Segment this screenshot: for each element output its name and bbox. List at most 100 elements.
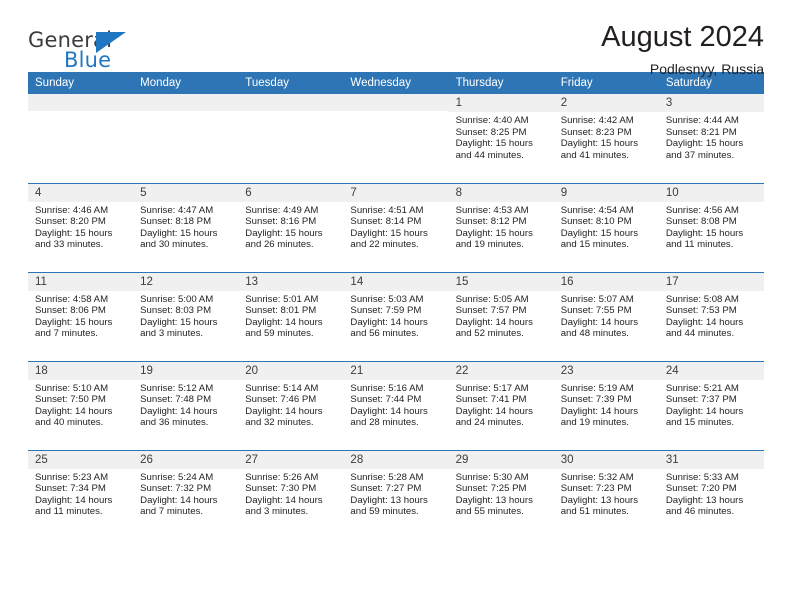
day-details: Sunrise: 5:00 AM Sunset: 8:03 PM Daylight:…: [133, 291, 238, 340]
daylight-duration-line-1: Daylight: 14 hours: [560, 405, 639, 417]
day-number: 10: [658, 183, 764, 202]
calendar-day-cell[interactable]: 16 Sunrise: 5:07 AM Sunset: 7:55 PM Dayligh…: [553, 271, 659, 361]
calendar-day-cell[interactable]: 18 Sunrise: 5:10 AM Sunset: 7:50 PM Dayligh…: [28, 360, 134, 450]
day-number: 17: [658, 272, 764, 291]
calendar-day-cell[interactable]: 17 Sunrise: 5:08 AM Sunset: 7:53 PM Dayligh…: [658, 271, 764, 361]
calendar-week-row: 11 Sunrise: 4:58 AM Sunset: 8:06 PM Dayligh…: [28, 271, 764, 361]
calendar-day-cell[interactable]: 4 Sunrise: 4:46 AM Sunset: 8:20 PM Daylight…: [28, 182, 134, 272]
daylight-duration-line-2: and 24 minutes.: [455, 417, 524, 429]
calendar-day-cell[interactable]: 1 Sunrise: 4:40 AM Sunset: 8:25 PM Daylight…: [448, 94, 554, 183]
sunset-time: Sunset: 7:23 PM: [560, 483, 632, 495]
day-number: [343, 94, 449, 111]
calendar-day-cell[interactable]: 8 Sunrise: 4:53 AM Sunset: 8:12 PM Daylight…: [448, 182, 554, 272]
calendar-day-cell[interactable]: 9 Sunrise: 4:54 AM Sunset: 8:10 PM Daylight…: [553, 182, 659, 272]
sunrise-time: Sunrise: 5:33 AM: [665, 471, 739, 483]
sunrise-time: Sunrise: 5:05 AM: [455, 293, 529, 305]
calendar-day-cell[interactable]: 26 Sunrise: 5:24 AM Sunset: 7:32 PM Dayligh…: [133, 449, 239, 539]
calendar-day-cell[interactable]: 24 Sunrise: 5:21 AM Sunset: 7:37 PM Dayligh…: [658, 360, 764, 450]
calendar-day-cell[interactable]: 13 Sunrise: 5:01 AM Sunset: 8:01 PM Dayligh…: [238, 271, 344, 361]
calendar-day-cell[interactable]: 19 Sunrise: 5:12 AM Sunset: 7:48 PM Dayligh…: [133, 360, 239, 450]
calendar-day-cell[interactable]: 25 Sunrise: 5:23 AM Sunset: 7:34 PM Dayligh…: [28, 449, 134, 539]
calendar-day-cell[interactable]: 14 Sunrise: 5:03 AM Sunset: 7:59 PM Dayligh…: [343, 271, 449, 361]
sunset-time: Sunset: 7:50 PM: [35, 394, 106, 406]
day-number: 21: [343, 361, 449, 380]
sunset-time: Sunset: 7:39 PM: [560, 394, 632, 406]
day-details: Sunrise: 5:14 AM Sunset: 7:46 PM Daylight:…: [238, 380, 343, 429]
sunrise-time: Sunrise: 5:23 AM: [35, 471, 109, 483]
sunrise-time: Sunrise: 5:19 AM: [560, 382, 634, 394]
day-number: 5: [133, 183, 239, 202]
daylight-duration-line-2: and 26 minutes.: [245, 239, 314, 251]
daylight-duration-line-2: and 15 minutes.: [560, 239, 629, 251]
daylight-duration-line-2: and 41 minutes.: [560, 149, 629, 161]
daylight-duration-line-2: and 3 minutes.: [140, 328, 204, 340]
sunrise-time: Sunrise: 5:01 AM: [245, 293, 319, 305]
daylight-duration-line-2: and 59 minutes.: [350, 506, 419, 518]
calendar-day-cell[interactable]: 15 Sunrise: 5:05 AM Sunset: 7:57 PM Dayligh…: [448, 271, 554, 361]
day-details: Sunrise: 5:12 AM Sunset: 7:48 PM Daylight:…: [133, 380, 238, 429]
sunset-time: Sunset: 7:59 PM: [350, 305, 422, 317]
sunrise-time: Sunrise: 5:12 AM: [140, 382, 214, 394]
sunset-time: Sunset: 7:44 PM: [350, 394, 422, 406]
daylight-duration-line-2: and 30 minutes.: [140, 239, 209, 251]
daylight-duration-line-2: and 32 minutes.: [245, 417, 314, 429]
daylight-duration-line-2: and 11 minutes.: [35, 506, 103, 518]
sunset-time: Sunset: 8:25 PM: [455, 126, 527, 138]
calendar-day-cell[interactable]: 12 Sunrise: 5:00 AM Sunset: 8:03 PM Dayligh…: [133, 271, 239, 361]
calendar-day-cell[interactable]: 21 Sunrise: 5:16 AM Sunset: 7:44 PM Dayligh…: [343, 360, 449, 450]
sunset-time: Sunset: 8:21 PM: [665, 126, 737, 138]
sunrise-time: Sunrise: 4:49 AM: [245, 204, 319, 216]
calendar-day-cell[interactable]: 10 Sunrise: 4:56 AM Sunset: 8:08 PM Dayligh…: [658, 182, 764, 272]
daylight-duration-line-1: Daylight: 15 hours: [560, 138, 639, 150]
daylight-duration-line-2: and 7 minutes.: [35, 328, 98, 340]
day-number: 3: [658, 94, 764, 112]
daylight-duration-line-1: Daylight: 14 hours: [35, 405, 113, 417]
day-details: Sunrise: 5:30 AM Sunset: 7:25 PM Daylight:…: [449, 469, 554, 518]
daylight-duration-line-2: and 15 minutes.: [665, 417, 735, 429]
general-blue-logo[interactable]: General Blue: [28, 22, 148, 74]
calendar-day-cell[interactable]: 29 Sunrise: 5:30 AM Sunset: 7:25 PM Dayligh…: [448, 449, 554, 539]
calendar-day-cell[interactable]: 22 Sunrise: 5:17 AM Sunset: 7:41 PM Dayligh…: [448, 360, 554, 450]
sunrise-time: Sunrise: 4:51 AM: [350, 204, 424, 216]
day-details: Sunrise: 4:53 AM Sunset: 8:12 PM Daylight:…: [449, 202, 554, 251]
daylight-duration-line-1: Daylight: 14 hours: [140, 494, 218, 506]
day-number: 22: [448, 361, 554, 380]
calendar-day-cell[interactable]: 3 Sunrise: 4:44 AM Sunset: 8:21 PM Daylight…: [658, 94, 764, 183]
sunset-time: Sunset: 7:55 PM: [560, 305, 632, 317]
day-details: Sunrise: 5:08 AM Sunset: 7:53 PM Daylight:…: [659, 291, 764, 340]
day-details: Sunrise: 4:42 AM Sunset: 8:23 PM Daylight:…: [554, 112, 659, 161]
calendar-day-cell[interactable]: 11 Sunrise: 4:58 AM Sunset: 8:06 PM Dayligh…: [28, 271, 134, 361]
day-number: [238, 94, 344, 111]
day-details: Sunrise: 5:26 AM Sunset: 7:30 PM Daylight:…: [238, 469, 343, 518]
calendar-week-row: 1 Sunrise: 4:40 AM Sunset: 8:25 PM Daylight…: [28, 94, 764, 183]
daylight-duration-line-1: Daylight: 14 hours: [455, 405, 533, 417]
daylight-duration-line-1: Daylight: 15 hours: [140, 316, 218, 328]
calendar-day-cell[interactable]: 27 Sunrise: 5:26 AM Sunset: 7:30 PM Dayligh…: [238, 449, 344, 539]
calendar-day-cell[interactable]: 28 Sunrise: 5:28 AM Sunset: 7:27 PM Dayligh…: [343, 449, 449, 539]
calendar-day-cell[interactable]: 5 Sunrise: 4:47 AM Sunset: 8:18 PM Daylight…: [133, 182, 239, 272]
sunset-time: Sunset: 7:20 PM: [665, 483, 737, 495]
calendar-day-cell[interactable]: 6 Sunrise: 4:49 AM Sunset: 8:16 PM Daylight…: [238, 182, 344, 272]
day-details: Sunrise: 5:23 AM Sunset: 7:34 PM Daylight:…: [28, 469, 133, 518]
calendar-day-cell[interactable]: 30 Sunrise: 5:32 AM Sunset: 7:23 PM Dayligh…: [553, 449, 659, 539]
calendar-day-cell[interactable]: 20 Sunrise: 5:14 AM Sunset: 7:46 PM Dayligh…: [238, 360, 344, 450]
day-details: Sunrise: 5:21 AM Sunset: 7:37 PM Daylight:…: [659, 380, 764, 429]
calendar-day-cell[interactable]: 31 Sunrise: 5:33 AM Sunset: 7:20 PM Dayligh…: [658, 449, 764, 539]
calendar-day-cell-empty: [343, 94, 449, 183]
logo-word-blue: Blue: [64, 48, 112, 72]
daylight-duration-line-2: and 3 minutes.: [245, 506, 309, 518]
calendar-day-cell[interactable]: 23 Sunrise: 5:19 AM Sunset: 7:39 PM Dayligh…: [553, 360, 659, 450]
day-number: 1: [448, 94, 554, 112]
weekday-header-sunday: Sunday: [28, 72, 134, 94]
day-number: 20: [238, 361, 344, 380]
sunrise-time: Sunrise: 5:07 AM: [560, 293, 634, 305]
daylight-duration-line-1: Daylight: 15 hours: [35, 227, 113, 239]
day-details: Sunrise: 4:58 AM Sunset: 8:06 PM Daylight:…: [28, 291, 133, 340]
calendar-day-cell[interactable]: 2 Sunrise: 4:42 AM Sunset: 8:23 PM Daylight…: [553, 94, 659, 183]
day-number: 2: [553, 94, 659, 112]
weekday-header-wednesday: Wednesday: [343, 72, 449, 94]
day-number: 30: [553, 450, 659, 469]
sunrise-time: Sunrise: 4:42 AM: [560, 115, 634, 126]
daylight-duration-line-1: Daylight: 13 hours: [560, 494, 639, 506]
calendar-day-cell[interactable]: 7 Sunrise: 4:51 AM Sunset: 8:14 PM Daylight…: [343, 182, 449, 272]
